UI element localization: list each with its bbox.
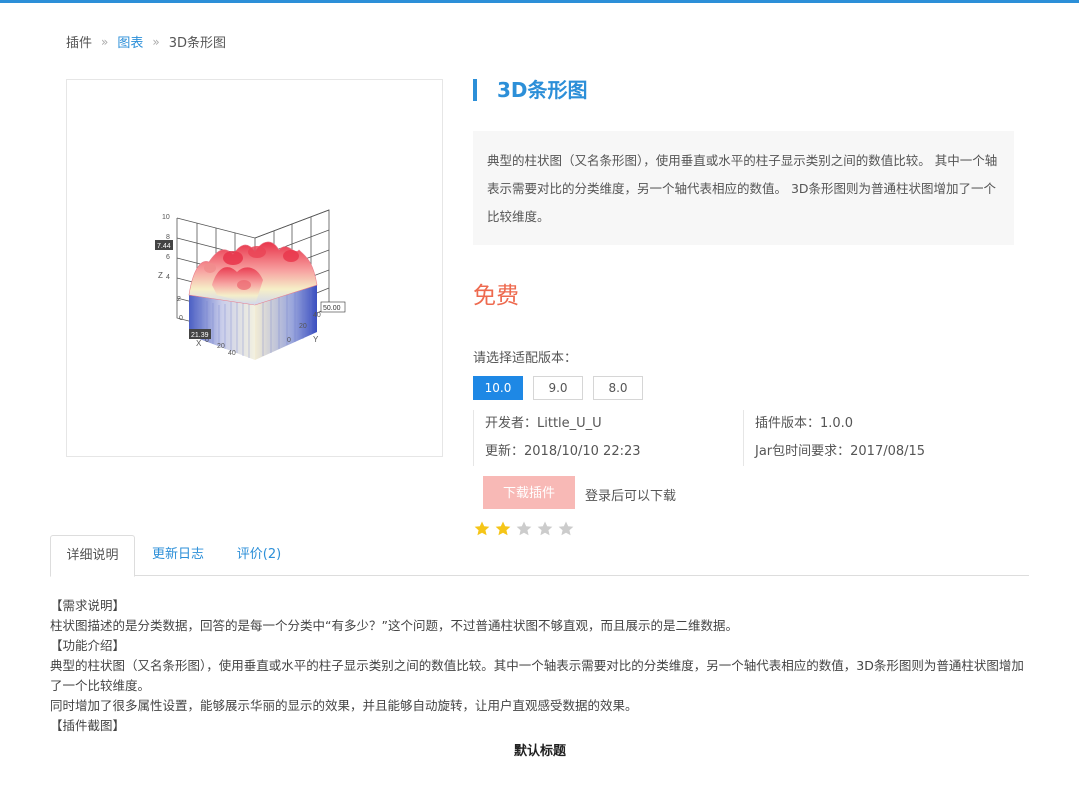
plugin-thumbnail: 10 8 6 4 2 0 Z X Y 0 20 40 0 20 40 7.44 … — [66, 79, 443, 457]
z-tick-label: 4 — [166, 274, 170, 281]
z-axis-label: Z — [158, 271, 163, 280]
developer: 开发者：Little_U_U — [485, 416, 602, 431]
breadcrumb: 插件 » 图表 » 3D条形图 — [66, 32, 227, 52]
plugin-meta: 开发者：Little_U_U 更新：2018/10/10 22:23 插件版本：… — [473, 410, 1015, 466]
tab-details[interactable]: 详细说明 — [50, 535, 135, 577]
tab-changelog[interactable]: 更新日志 — [142, 535, 214, 576]
download-plugin-button[interactable]: 下载插件 — [483, 476, 575, 509]
screenshot-title: 默认标题 — [513, 744, 566, 759]
version-button-10[interactable]: 10.0 — [473, 376, 523, 400]
product-title-block: 3D条形图 — [473, 79, 588, 101]
z-tick-label: 2 — [177, 296, 181, 303]
feature-text-1: 典型的柱状图（又名条形图），使用垂直或水平的柱子显示类别之间的数值比较。其中一个… — [50, 658, 1024, 693]
tooltip-right: 50.00 — [323, 305, 341, 312]
version-button-9[interactable]: 9.0 — [533, 376, 583, 400]
meta-right-column: 插件版本：1.0.0 Jar包时间要求：2017/08/15 — [743, 410, 1015, 466]
top-accent-bar — [0, 0, 1079, 3]
product-title: 3D条形图 — [497, 78, 588, 102]
surface-chart-illustration: 10 8 6 4 2 0 Z X Y 0 20 40 0 20 40 7.44 … — [155, 209, 346, 360]
meta-left-column: 开发者：Little_U_U 更新：2018/10/10 22:23 — [473, 410, 743, 466]
z-tick-label: 0 — [179, 315, 183, 322]
y-tick-label: 40 — [313, 312, 321, 319]
x-tick-label: 40 — [228, 350, 236, 357]
detail-tabs: 详细说明 更新日志 评价(2) — [50, 535, 1029, 577]
section-heading-requirement: 【需求说明】 — [50, 598, 126, 613]
price: 免费 — [473, 283, 519, 309]
tooltip-left: 7.44 — [157, 243, 171, 250]
y-tick-label: 20 — [299, 323, 307, 330]
x-axis-label: X — [196, 339, 202, 348]
update-time: 更新：2018/10/10 22:23 — [485, 444, 641, 459]
breadcrumb-separator: » — [152, 34, 160, 49]
feature-text-2: 同时增加了很多属性设置，能够展示华丽的显示的效果，并且能够自动旋转，让用户直观感… — [50, 698, 638, 713]
z-tick-label: 6 — [166, 254, 170, 261]
product-description: 典型的柱状图（又名条形图），使用垂直或水平的柱子显示类别之间的数值比较。 其中一… — [473, 131, 1014, 245]
section-heading-screenshot: 【插件截图】 — [50, 718, 126, 733]
tooltip-bottom: 21.39 — [191, 332, 209, 339]
z-tick-label: 8 — [166, 234, 170, 241]
breadcrumb-category[interactable]: 图表 — [117, 32, 143, 51]
breadcrumb-separator: » — [101, 34, 109, 49]
breadcrumb-current: 3D条形图 — [168, 36, 227, 51]
breadcrumb-root[interactable]: 插件 — [66, 32, 92, 51]
x-tick-label: 20 — [217, 343, 225, 350]
y-tick-label: 0 — [287, 337, 291, 344]
details-content: 【需求说明】 柱状图描述的是分类数据，回答的是每一个分类中“有多少？”这个问题，… — [50, 596, 1030, 762]
tab-reviews[interactable]: 评价(2) — [228, 535, 290, 576]
z-tick-label: 10 — [162, 214, 170, 221]
y-axis-label: Y — [313, 335, 319, 344]
version-button-8[interactable]: 8.0 — [593, 376, 643, 400]
requirement-text: 柱状图描述的是分类数据，回答的是每一个分类中“有多少？”这个问题，不过普通柱状图… — [50, 618, 738, 633]
version-selector: 10.0 9.0 8.0 — [473, 376, 643, 400]
plugin-version: 插件版本：1.0.0 — [755, 416, 854, 431]
section-heading-feature: 【功能介绍】 — [50, 638, 126, 653]
version-label: 请选择适配版本： — [473, 351, 578, 366]
jar-requirement: Jar包时间要求：2017/08/15 — [755, 444, 926, 459]
login-hint: 登录后可以下载 — [585, 489, 677, 504]
